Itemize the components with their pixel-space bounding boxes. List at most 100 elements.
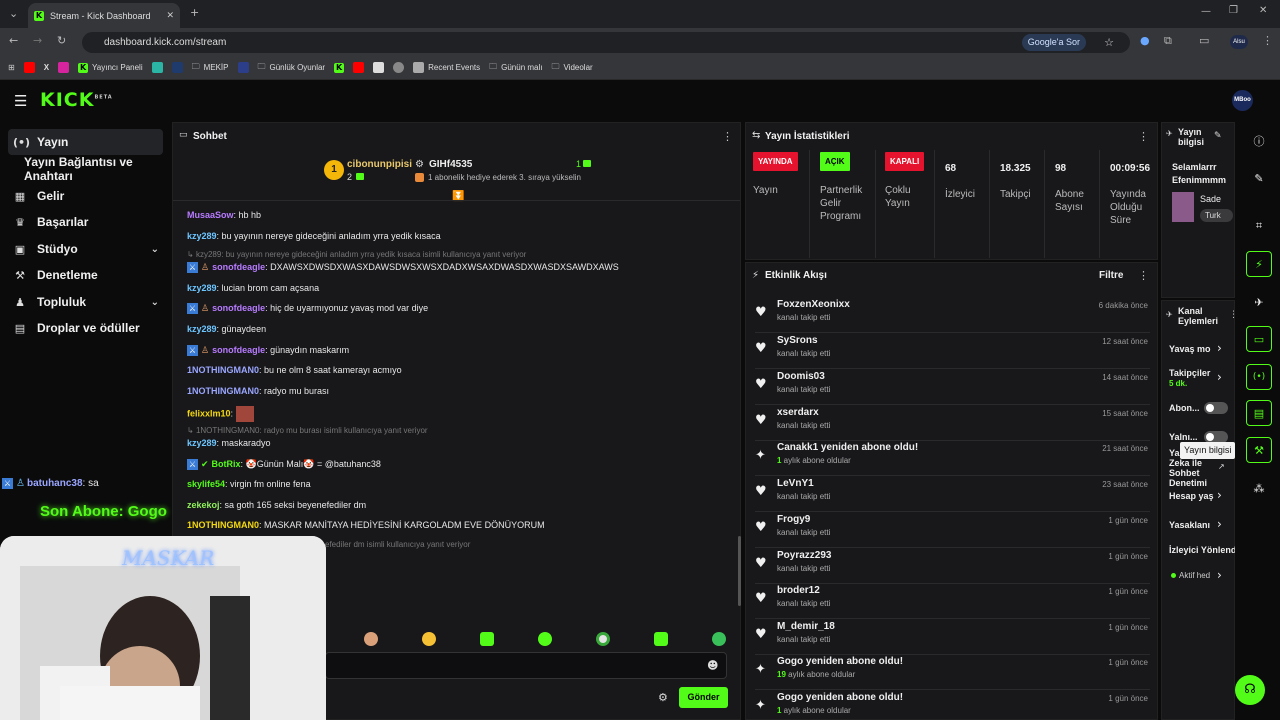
activity-event[interactable]: ♥ Frogy9 kanalı takip etti 1 gün önce <box>755 514 1150 548</box>
play-icon[interactable] <box>171 62 183 73</box>
chat-username[interactable]: sonofdeagle <box>212 345 265 355</box>
leader-user-2[interactable]: GIHf4535 <box>429 159 472 170</box>
chevron-right-icon[interactable]: › <box>1217 568 1222 582</box>
chat-username[interactable]: kzy289 <box>187 231 217 241</box>
stats-menu-icon[interactable]: ⋮ <box>1138 130 1149 143</box>
chevron-right-icon[interactable]: › <box>1217 370 1222 384</box>
support-headset-icon[interactable]: ☊ <box>1235 675 1265 705</box>
send-button[interactable]: Gönder <box>679 687 728 708</box>
chevron-right-icon[interactable]: › <box>1217 517 1222 531</box>
lightning-icon[interactable]: ⚡ <box>1246 251 1272 277</box>
activity-event[interactable]: ✦ Canakk1 yeniden abone oldu! 1 aylık abon… <box>755 442 1150 476</box>
stats-icon[interactable]: ▤ <box>1246 400 1272 426</box>
emote-icon[interactable] <box>422 632 436 646</box>
emote-icon[interactable] <box>712 632 726 646</box>
extensions-puzzle-icon[interactable]: ⧉ <box>1164 34 1172 48</box>
browser-menu-icon[interactable]: ⋮ <box>1262 34 1273 47</box>
image-icon[interactable] <box>373 62 385 73</box>
sidebar-item-gelir[interactable]: ▦ Gelir <box>8 183 163 209</box>
user-avatar[interactable]: MBoo <box>1232 90 1253 111</box>
site-icon[interactable] <box>393 62 405 73</box>
forward-icon[interactable]: → <box>33 34 42 47</box>
chat-username[interactable]: kzy289 <box>187 438 217 448</box>
chat-menu-icon[interactable]: ⋮ <box>722 130 733 143</box>
minimize-icon[interactable]: — <box>1201 6 1211 17</box>
sidebar-item-droplar[interactable]: ▤ Droplar ve ödüller <box>8 315 163 341</box>
maximize-icon[interactable]: ❐ <box>1229 5 1238 16</box>
url-input[interactable]: dashboard.kick.com/stream Google'a Sor ☆ <box>82 32 1130 53</box>
activity-event[interactable]: ♥ FoxzenXeonixx kanalı takip etti 6 dakika … <box>755 299 1150 333</box>
emote-icon[interactable] <box>480 632 494 646</box>
activity-event[interactable]: ♥ xserdarx kanalı takip etti 15 saat önce <box>755 407 1150 441</box>
bookmark-gunluk-oyunlar[interactable]: 🗀 Günlük Oyunlar <box>258 61 326 75</box>
sidebar-item-basarilar[interactable]: ♛ Başarılar <box>8 209 163 235</box>
reload-icon[interactable]: ↻ <box>57 34 66 47</box>
followers-only-action[interactable]: Takipçiler <box>1169 368 1210 378</box>
viewer-redirect-action[interactable]: İzleyici Yönlend <box>1169 545 1235 555</box>
chat-input[interactable] <box>325 652 727 679</box>
x-icon[interactable]: X <box>44 63 49 72</box>
emote-only-action[interactable]: Yalnı... <box>1169 432 1198 442</box>
rocket-icon[interactable]: ✈ <box>1246 289 1272 315</box>
filter-button[interactable]: Filtre <box>1099 270 1123 281</box>
emote-icon[interactable] <box>654 632 668 646</box>
sidebar-item-topluluk[interactable]: ♟ Topluluk ⌄ <box>8 289 163 315</box>
sidebar-item-stream-key[interactable]: Yayın Bağlantısı ve Anahtarı <box>8 155 163 183</box>
activity-event[interactable]: ♥ M_demir_18 kanalı takip etti 1 gün önce <box>755 621 1150 655</box>
sidebar-item-yayin[interactable]: (•) Yayın <box>8 129 163 155</box>
activity-event[interactable]: ♥ broder12 kanalı takip etti 1 gün önce <box>755 585 1150 619</box>
kick-logo[interactable]: KICKBETA <box>40 89 113 111</box>
hamburger-menu-icon[interactable]: ☰ <box>14 92 27 110</box>
chat-username[interactable]: felixxlm10 <box>187 408 231 418</box>
chat-username[interactable]: kzy289 <box>187 283 217 293</box>
chat-username[interactable]: kzy289 <box>187 324 217 334</box>
edit-pencil-icon[interactable]: ✎ <box>1214 131 1222 141</box>
account-age-action[interactable]: Hesap yaş <box>1169 491 1214 501</box>
chat-username[interactable]: zekekoj <box>187 500 220 510</box>
activity-event[interactable]: ♥ SySrons kanalı takip etti 12 saat önce <box>755 335 1150 369</box>
bookmark-gunun-mali[interactable]: 🗀 Günün malı <box>489 61 542 75</box>
close-tab-icon[interactable]: ✕ <box>166 11 174 21</box>
sidebar-item-denetleme[interactable]: ⚒ Denetleme <box>8 262 163 288</box>
emote-icon[interactable] <box>596 632 610 646</box>
chat-username[interactable]: 1NOTHINGMAN0 <box>187 386 259 396</box>
chat-username[interactable]: BotRix <box>212 459 241 469</box>
chat-username[interactable]: MusaaSow <box>187 210 234 220</box>
emote-icon[interactable] <box>538 632 552 646</box>
subscribers-only-toggle[interactable] <box>1204 402 1228 414</box>
ask-google-button[interactable]: Google'a Sor <box>1021 34 1086 51</box>
chevron-right-icon[interactable]: › <box>1217 341 1222 355</box>
info-icon[interactable]: ⓘ <box>1246 128 1272 154</box>
site-icon[interactable] <box>237 62 249 73</box>
browser-tab[interactable]: K Stream - Kick Dashboard ✕ <box>28 3 180 28</box>
close-window-icon[interactable]: ✕ <box>1259 5 1267 16</box>
chat-icon[interactable]: ▭ <box>1246 326 1272 352</box>
chevron-right-icon[interactable]: › <box>1217 488 1222 502</box>
activity-event[interactable]: ♥ Doomis03 kanalı takip etti 14 saat önce <box>755 371 1150 405</box>
back-icon[interactable]: ← <box>9 34 18 47</box>
broadcast-icon[interactable]: (•) <box>1246 364 1272 390</box>
youtube-icon[interactable] <box>353 62 365 73</box>
screenshot-icon[interactable]: ⌗ <box>1246 213 1272 239</box>
chat-username[interactable]: 1NOTHINGMAN0 <box>187 365 259 375</box>
chat-scrollbar[interactable] <box>738 536 741 606</box>
leader-user-1[interactable]: cibonunpipisi <box>347 159 412 170</box>
activity-event[interactable]: ♥ Poyrazz293 kanalı takip etti 1 gün önce <box>755 550 1150 584</box>
emote-icon[interactable] <box>364 632 378 646</box>
extension-icon[interactable]: ● <box>1140 34 1150 47</box>
bookmark-star-icon[interactable]: ☆ <box>1104 32 1114 53</box>
slow-mode-action[interactable]: Yavaş mo <box>1169 344 1211 354</box>
bookmark-videolar[interactable]: 🗀 Videolar <box>551 61 592 75</box>
apps-grid-icon[interactable]: ⊞ <box>8 63 15 72</box>
app-icon[interactable] <box>151 62 163 73</box>
chat-username[interactable]: 1NOTHINGMAN0 <box>187 520 259 530</box>
instagram-icon[interactable] <box>58 62 70 73</box>
banned-words-action[interactable]: Yasaklanı <box>1169 520 1215 530</box>
activity-event[interactable]: ✦ Gogo yeniden abone oldu! 19 aylık abone … <box>755 656 1150 690</box>
activity-event[interactable]: ✦ Gogo yeniden abone oldu! 1 aylık abone o… <box>755 692 1150 720</box>
youtube-icon[interactable] <box>23 62 35 73</box>
bookmark-mekip[interactable]: 🗀 MEKİP <box>192 61 229 75</box>
subscribers-only-action[interactable]: Abon... <box>1169 403 1200 413</box>
channel-actions-menu-icon[interactable]: ⋮ <box>1229 310 1238 320</box>
chat-username[interactable]: skylife54 <box>187 479 225 489</box>
